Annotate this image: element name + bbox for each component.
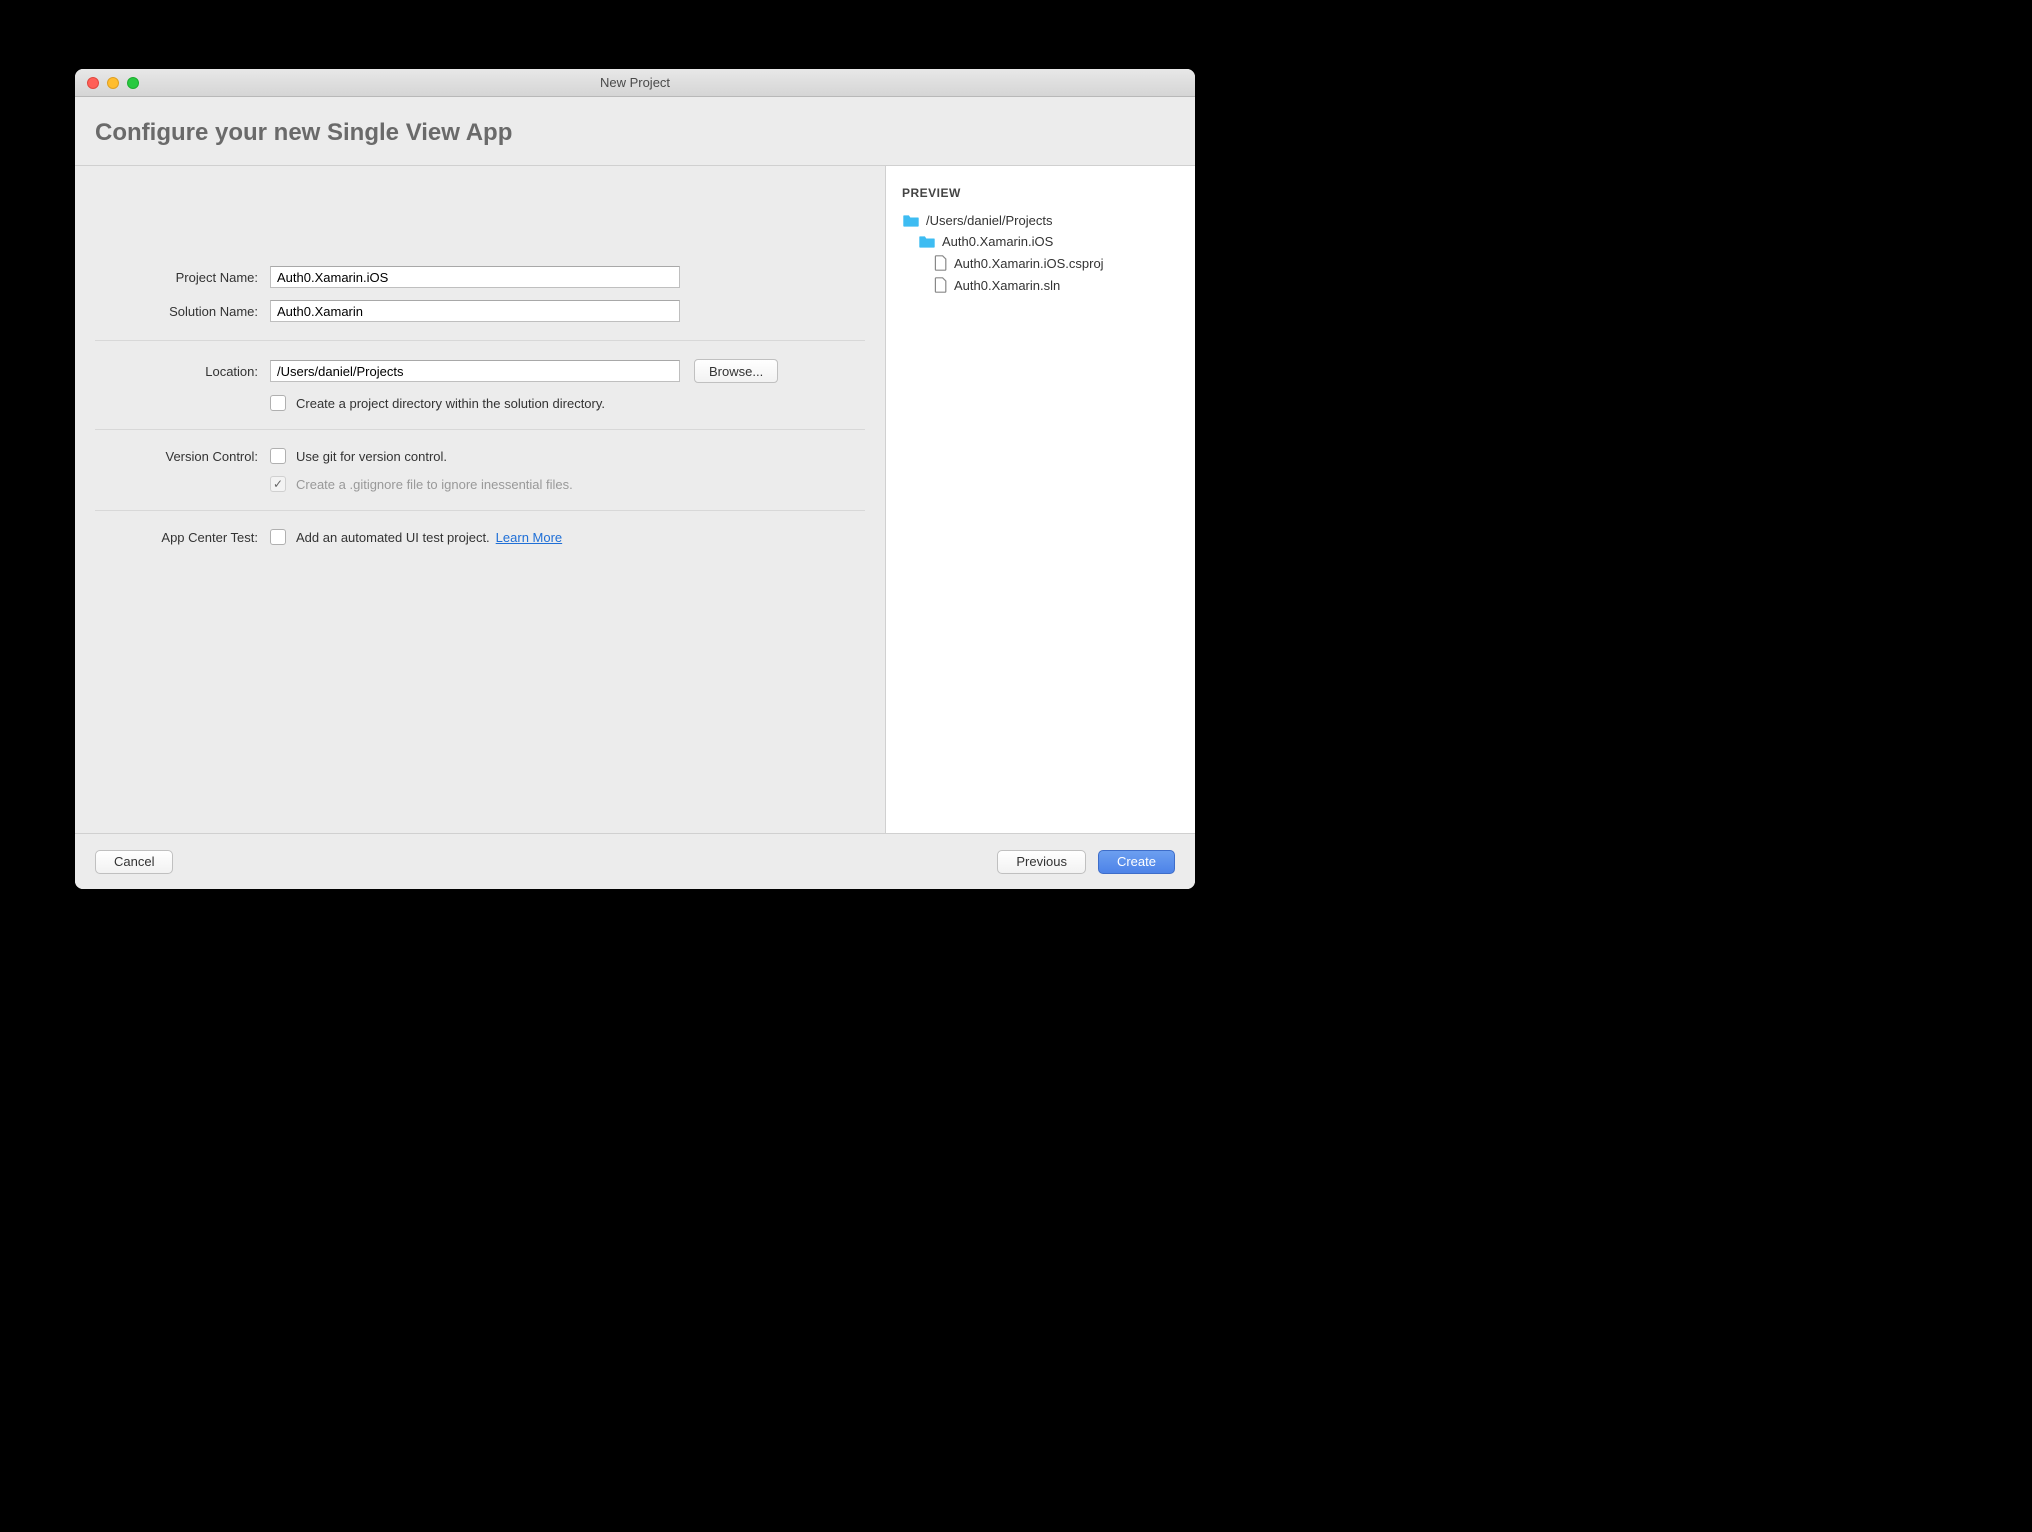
learn-more-link[interactable]: Learn More [496,530,562,545]
row-create-directory: Create a project directory within the so… [95,395,865,411]
file-icon [934,255,948,271]
tree-folder: Auth0.Xamarin.iOS [902,231,1179,252]
tree-folder: /Users/daniel/Projects [902,210,1179,231]
gitignore-checkbox [270,476,286,492]
file-icon [934,277,948,293]
folder-icon [918,235,936,249]
row-location: Location: Browse... [95,359,865,383]
row-solution-name: Solution Name: [95,300,865,322]
section-location: Location: Browse... Create a project dir… [95,341,865,430]
window-controls [75,77,139,89]
close-window-button[interactable] [87,77,99,89]
appcenter-label: App Center Test: [95,530,270,545]
section-appcenter: App Center Test: Add an automated UI tes… [95,511,865,563]
create-button[interactable]: Create [1098,850,1175,874]
folder-icon [902,214,920,228]
window-title: New Project [75,75,1195,90]
browse-button[interactable]: Browse... [694,359,778,383]
dialog-header: Configure your new Single View App [75,97,1195,166]
previous-button[interactable]: Previous [997,850,1086,874]
cancel-button[interactable]: Cancel [95,850,173,874]
tree-item-label: Auth0.Xamarin.sln [954,278,1060,293]
gitignore-label: Create a .gitignore file to ignore iness… [296,477,573,492]
create-directory-label: Create a project directory within the so… [296,396,605,411]
page-title: Configure your new Single View App [95,119,1175,147]
tree-file: Auth0.Xamarin.iOS.csproj [902,252,1179,274]
location-input[interactable] [270,360,680,382]
tree-item-label: Auth0.Xamarin.iOS.csproj [954,256,1104,271]
solution-name-input[interactable] [270,300,680,322]
tree-item-label: /Users/daniel/Projects [926,213,1052,228]
section-version-control: Version Control: Use git for version con… [95,430,865,511]
tree-item-label: Auth0.Xamarin.iOS [942,234,1053,249]
titlebar: New Project [75,69,1195,97]
use-git-label: Use git for version control. [296,449,447,464]
solution-name-label: Solution Name: [95,304,270,319]
project-name-input[interactable] [270,266,680,288]
uitest-checkbox[interactable] [270,529,286,545]
preview-pane: PREVIEW /Users/daniel/Projects Auth0.Xam… [885,166,1195,833]
location-label: Location: [95,364,270,379]
dialog-body: Project Name: Solution Name: Location: [75,166,1195,833]
row-gitignore: Create a .gitignore file to ignore iness… [95,476,865,492]
row-uitest: App Center Test: Add an automated UI tes… [95,529,865,545]
use-git-checkbox[interactable] [270,448,286,464]
zoom-window-button[interactable] [127,77,139,89]
version-control-label: Version Control: [95,449,270,464]
preview-title: PREVIEW [902,186,1179,200]
create-directory-checkbox[interactable] [270,395,286,411]
dialog-footer: Cancel Previous Create [75,833,1195,889]
new-project-dialog: New Project Configure your new Single Vi… [75,69,1195,889]
row-use-git: Version Control: Use git for version con… [95,448,865,464]
uitest-label: Add an automated UI test project. [296,530,490,545]
project-name-label: Project Name: [95,270,270,285]
section-names: Project Name: Solution Name: [95,166,865,341]
minimize-window-button[interactable] [107,77,119,89]
tree-file: Auth0.Xamarin.sln [902,274,1179,296]
form-pane: Project Name: Solution Name: Location: [75,166,885,833]
row-project-name: Project Name: [95,266,865,288]
